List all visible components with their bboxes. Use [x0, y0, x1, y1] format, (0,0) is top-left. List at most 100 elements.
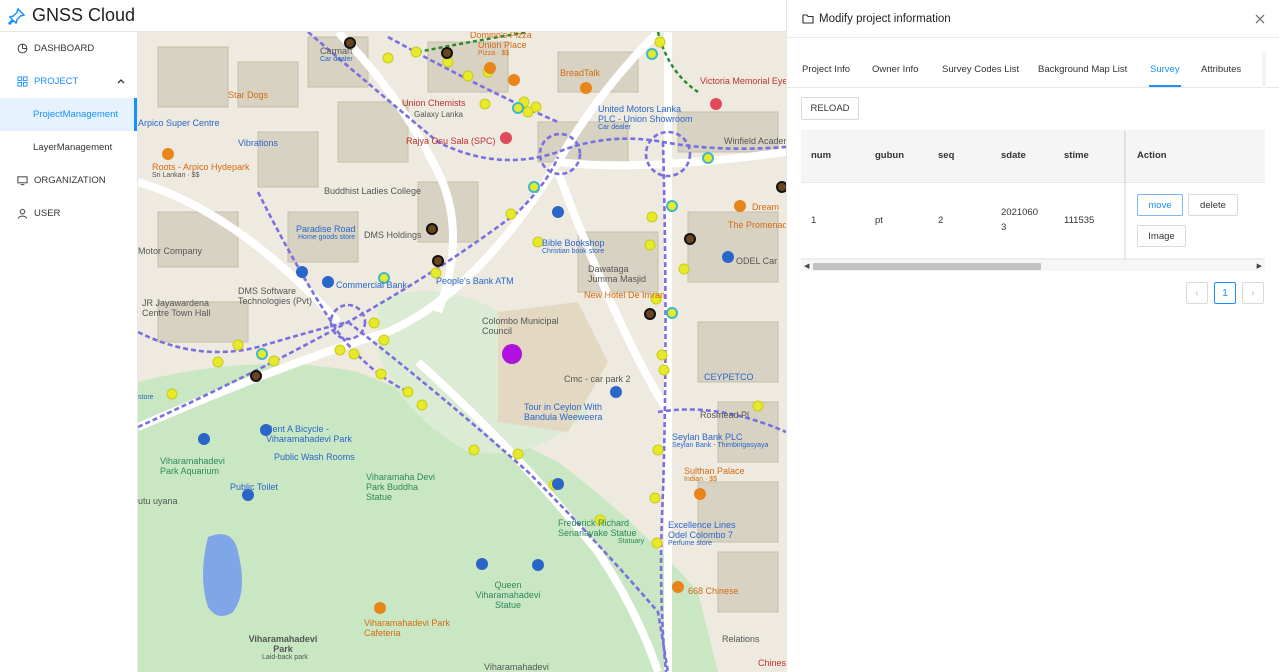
sidebar-item-label: ProjectManagement — [33, 109, 119, 120]
scrollbar-thumb[interactable] — [813, 263, 1041, 270]
image-button[interactable]: Image — [1137, 225, 1186, 247]
tab-survey-codes-list[interactable]: Survey Codes List — [942, 64, 1019, 75]
map-label: Statuary — [618, 538, 645, 545]
map-label: Carmart — [320, 46, 353, 56]
cell-seq: 2 — [938, 215, 944, 226]
map-label: Victoria Memorial Eye Hospital — [700, 76, 786, 86]
map-label: Cmc - car park 2 — [564, 374, 631, 384]
scroll-left-icon[interactable]: ◀ — [804, 262, 809, 270]
map-label: Star Dogs — [228, 90, 269, 100]
map-label: Christian book store — [542, 248, 605, 255]
map-label: United Motors Lanka PLC - Union Showroom — [598, 104, 693, 124]
drawer-title: Modify project information — [819, 12, 951, 25]
tab-owner-info[interactable]: Owner Info — [872, 64, 918, 75]
reload-button[interactable]: RELOAD — [801, 97, 859, 120]
tab-background-map-list[interactable]: Background Map List — [1038, 64, 1127, 75]
column-header: sdate — [1001, 150, 1026, 161]
map-label: Rajya Osu Sala (SPC) — [406, 136, 496, 146]
survey-table: num gubun seq sdate stime 1 pt 2 2021060… — [801, 130, 1265, 272]
map-label: CEYPETCO — [704, 372, 754, 382]
column-header: stime — [1064, 150, 1089, 161]
cell-stime: 111535 — [1064, 215, 1095, 226]
map-label: store — [138, 394, 154, 401]
cell-sdate: 2021060 — [1001, 207, 1038, 218]
map-label: Roots - Arpico Hydepark — [152, 162, 250, 172]
map-label: Car dealer — [598, 124, 631, 131]
map-label: Buddhist Ladies College — [324, 186, 422, 196]
monitor-icon — [16, 175, 28, 187]
cell-num: 1 — [811, 215, 817, 226]
map-label: Odel Colombo 7 — [668, 530, 734, 540]
tab-survey[interactable]: Survey — [1150, 64, 1180, 75]
map-label: Home goods store — [298, 234, 356, 241]
tab-bar: Project Info Owner Info Survey Codes Lis… — [787, 52, 1279, 88]
map-label: Viharamahadevi — [484, 662, 549, 672]
map-label: Galaxy Lanka — [414, 110, 463, 119]
map-label: Arpico Super Centre — [138, 118, 220, 128]
cell-sdate-wrap: 3 — [1001, 222, 1007, 233]
dashboard-icon — [16, 43, 28, 55]
tab-attributes[interactable]: Attributes — [1201, 64, 1241, 75]
scroll-right-icon[interactable]: ▶ — [1257, 262, 1262, 270]
close-icon[interactable] — [1253, 12, 1267, 26]
map-label: JR Jayawardena Centre Town Hall — [142, 298, 211, 318]
sidebar-item-label: PROJECT — [34, 76, 79, 87]
map-label: Queen Viharamahadevi Statue — [475, 580, 541, 610]
modify-project-drawer: Modify project information Project Info … — [786, 0, 1279, 672]
map-canvas — [138, 32, 786, 672]
map-label: Indian · $$ — [684, 476, 718, 483]
map-label: Dream — [752, 202, 780, 212]
map-label: Paradise Road — [296, 224, 356, 234]
pagination-next[interactable]: › — [1242, 282, 1264, 304]
sidebar-item-label: USER — [34, 208, 61, 219]
delete-button[interactable]: delete — [1188, 194, 1238, 216]
sidebar-item-organization[interactable]: ORGANIZATION — [0, 164, 137, 197]
sidebar-item-layer-management[interactable]: LayerManagement — [0, 131, 137, 164]
map-label: Laid-back park — [262, 654, 308, 661]
map-label: Seylan Bank PLC — [672, 432, 743, 442]
cell-gubun: pt — [875, 215, 883, 226]
map-label: Public Wash Rooms — [274, 452, 355, 462]
map-label: Relations — [722, 634, 760, 644]
map-label: Viharamahadevi Park Aquarium — [160, 456, 225, 476]
sidebar-item-project-management[interactable]: ProjectManagement — [0, 98, 137, 131]
pagination-page[interactable]: 1 — [1214, 282, 1236, 304]
move-button[interactable]: move — [1137, 194, 1183, 216]
map-label: Vibrations — [238, 138, 278, 148]
sidebar-item-label: DASHBOARD — [34, 43, 95, 54]
sidebar-item-label: LayerManagement — [33, 142, 113, 153]
map-label: Viharamahadevi Park Cafeteria — [364, 618, 450, 638]
map-label: Winfield Academy — [724, 136, 786, 146]
app-title: GNSS Cloud — [32, 5, 136, 25]
user-icon — [16, 208, 28, 220]
active-tab-indicator — [1149, 85, 1181, 87]
map-label: Excellence Lines — [668, 520, 736, 530]
horizontal-scrollbar[interactable]: ◀ ▶ — [801, 259, 1265, 271]
sidebar-item-dashboard[interactable]: DASHBOARD — [0, 32, 137, 65]
map-label: Dawataga Jumma Masjid — [588, 264, 647, 284]
map-label: Frederick Richard Senanayake Statue — [558, 518, 637, 538]
sidebar-item-project[interactable]: PROJECT — [0, 65, 137, 98]
map-label: Chinese — [758, 658, 786, 668]
map-label: Bible Bookshop — [542, 238, 605, 248]
action-column-header: Action — [1137, 150, 1167, 161]
tab-project-info[interactable]: Project Info — [802, 64, 850, 75]
map-label: DMS Holdings — [364, 230, 422, 240]
column-header: gubun — [875, 150, 905, 161]
sidebar: DASHBOARD PROJECT ProjectManagement Laye… — [0, 32, 138, 672]
map-label: 668 Chinese — [688, 586, 739, 596]
map-view[interactable]: Carmart Car dealer Domino's Pizza Union … — [138, 32, 786, 672]
map-label: Union Place — [478, 40, 527, 50]
map-label: Domino's Pizza — [470, 32, 532, 40]
app-header: GNSS Cloud — [0, 0, 786, 32]
map-label: Viharamahadevi Park — [248, 634, 318, 654]
map-label: People's Bank ATM — [436, 276, 514, 286]
map-label: Motor Company — [138, 246, 203, 256]
map-label: Union Chemists — [402, 98, 466, 108]
map-label: Rosmead Pl — [700, 410, 750, 420]
sidebar-item-user[interactable]: USER — [0, 197, 137, 230]
chevron-up-icon — [117, 79, 125, 84]
pagination-prev[interactable]: ‹ — [1186, 282, 1208, 304]
map-label: Car dealer — [320, 56, 353, 63]
drawer-header: Modify project information — [787, 0, 1279, 38]
